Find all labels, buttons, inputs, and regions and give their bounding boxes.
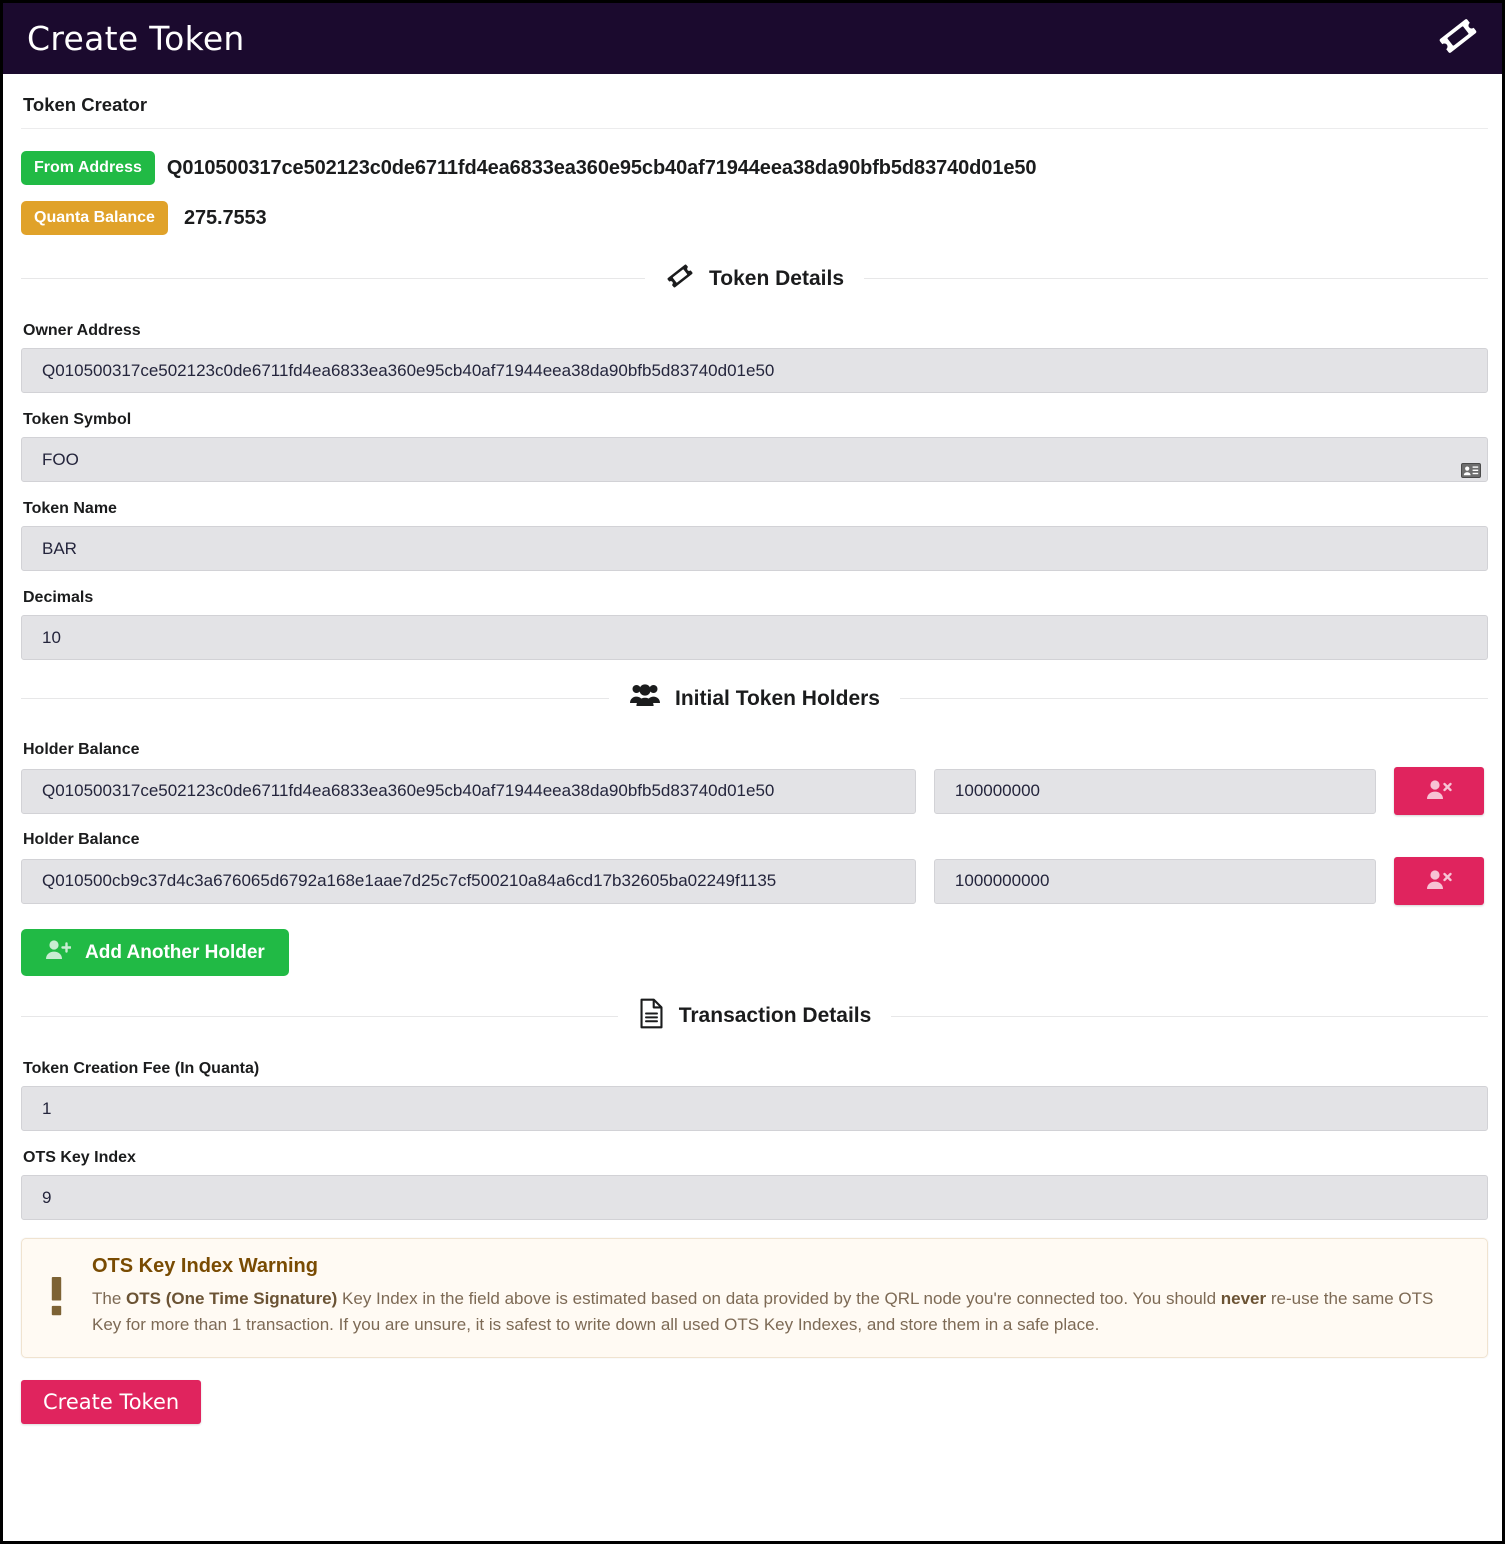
remove-holder-button[interactable] <box>1394 767 1484 815</box>
holder-address-input[interactable]: Q010500317ce502123c0de6711fd4ea6833ea360… <box>21 768 916 814</box>
divider-line-right <box>891 1015 1489 1017</box>
token-symbol-label: Token Symbol <box>23 411 132 428</box>
token-name-input[interactable]: BAR <box>21 526 1488 571</box>
ots-warning-message: OTS Key Index Warning The OTS (One Time … <box>21 1238 1488 1358</box>
heading-divider <box>21 128 1488 129</box>
initial-token-holders-heading: Initial Token Holders <box>675 686 880 710</box>
users-icon <box>629 682 661 715</box>
token-details-section-header: Token Details <box>21 261 1489 296</box>
ticket-icon <box>665 261 695 296</box>
holder-row: Q010500317ce502123c0de6711fd4ea6833ea360… <box>21 767 1484 815</box>
warning-text-part2: Key Index in the field above is estimate… <box>337 1289 1221 1308</box>
quanta-balance-row: Quanta Balance 275.7553 <box>21 201 1484 235</box>
page-content: Token Creator From Address Q010500317ce5… <box>3 74 1502 1541</box>
ots-key-index-label: OTS Key Index <box>23 1149 136 1166</box>
token-creation-fee-label: Token Creation Fee (In Quanta) <box>23 1060 260 1077</box>
token-details-heading: Token Details <box>709 266 844 290</box>
divider-line-left <box>21 1015 618 1017</box>
add-another-holder-label: Add Another Holder <box>85 941 265 963</box>
divider-line-right <box>900 698 1489 699</box>
owner-address-input[interactable]: Q010500317ce502123c0de6711fd4ea6833ea360… <box>21 348 1488 393</box>
token-creation-fee-input[interactable]: 1 <box>21 1086 1488 1131</box>
quanta-balance-badge: Quanta Balance <box>21 201 168 235</box>
transaction-details-section-header: Transaction Details <box>21 998 1489 1034</box>
divider-line-left <box>21 278 646 279</box>
divider-line-left <box>21 698 610 699</box>
user-times-icon <box>1426 869 1452 894</box>
user-times-icon <box>1426 779 1452 804</box>
from-address-badge: From Address <box>21 151 155 185</box>
holder-row: Q010500cb9c37d4c3a676065d6792a168e1aae7d… <box>21 857 1484 905</box>
token-symbol-value: FOO <box>42 449 79 469</box>
owner-address-label: Owner Address <box>23 322 141 339</box>
page-title: Create Token <box>27 19 245 58</box>
token-symbol-input[interactable]: FOO <box>21 437 1488 482</box>
token-name-label: Token Name <box>23 500 117 517</box>
transaction-details-heading: Transaction Details <box>678 1004 872 1027</box>
create-token-button[interactable]: Create Token <box>21 1379 202 1424</box>
decimals-label: Decimals <box>23 589 94 606</box>
add-another-holder-button[interactable]: Add Another Holder <box>21 929 289 976</box>
holder-balance-input[interactable]: 1000000000 <box>933 858 1377 904</box>
remove-holder-button[interactable] <box>1394 857 1484 905</box>
quanta-balance-value: 275.7553 <box>183 206 267 229</box>
token-creator-heading: Token Creator <box>23 94 148 115</box>
user-plus-icon <box>45 939 72 967</box>
from-address-value: Q010500317ce502123c0de6711fd4ea6833ea360… <box>166 156 1037 179</box>
exclamation-icon <box>42 1276 70 1317</box>
divider-line-right <box>864 278 1489 279</box>
from-address-row: From Address Q010500317ce502123c0de6711f… <box>21 151 1484 185</box>
holder-balance-label: Holder Balance <box>23 741 140 758</box>
app-logo <box>1436 14 1480 63</box>
initial-token-holders-section-header: Initial Token Holders <box>21 682 1489 715</box>
ticket-icon <box>1436 14 1480 63</box>
warning-text-bold1: OTS (One Time Signature) <box>126 1289 338 1308</box>
contact-card-icon[interactable] <box>1461 463 1481 478</box>
warning-title: OTS Key Index Warning <box>92 1255 318 1277</box>
holder-address-input[interactable]: Q010500cb9c37d4c3a676065d6792a168e1aae7d… <box>21 858 916 904</box>
holder-balance-input[interactable]: 100000000 <box>933 768 1377 814</box>
app-header: Create Token <box>3 3 1502 74</box>
holder-balance-label: Holder Balance <box>23 831 140 848</box>
warning-text-bold2: never <box>1220 1289 1267 1308</box>
decimals-input[interactable]: 10 <box>21 615 1488 660</box>
file-document-icon <box>638 998 665 1034</box>
create-token-page: Create Token Token Creator From Address … <box>0 0 1505 1544</box>
warning-text: The OTS (One Time Signature) Key Index i… <box>92 1286 1467 1339</box>
warning-text-part1: The <box>92 1289 127 1308</box>
ots-key-index-input[interactable]: 9 <box>21 1175 1488 1220</box>
